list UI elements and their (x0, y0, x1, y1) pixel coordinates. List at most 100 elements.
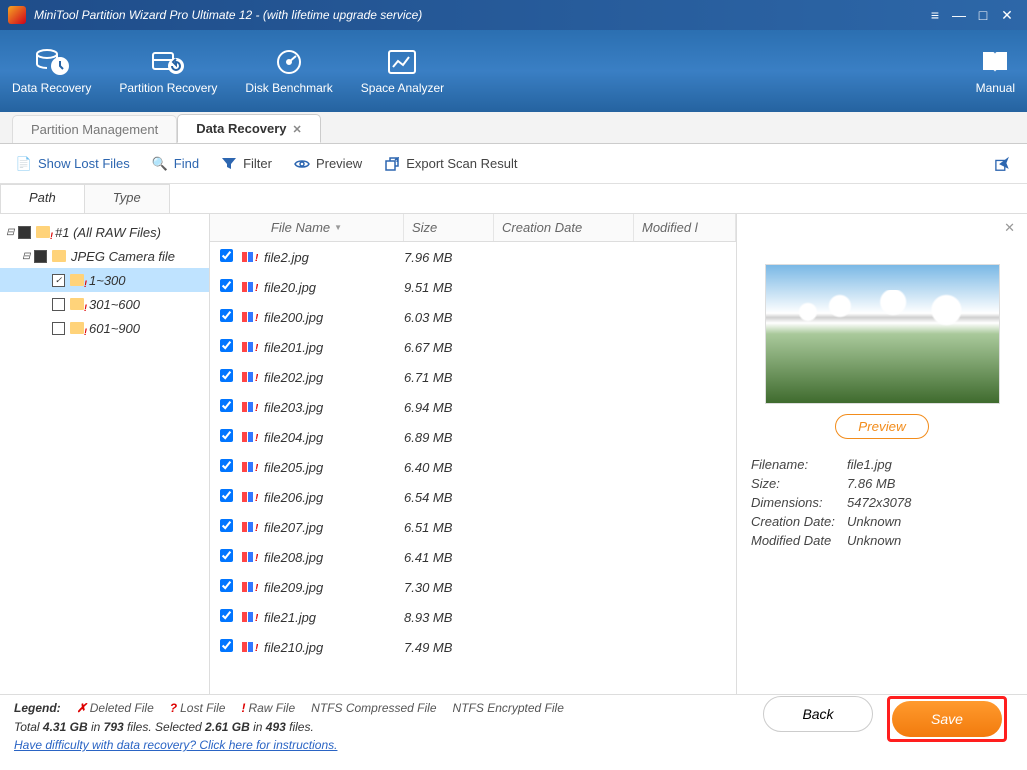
file-checkbox[interactable] (220, 369, 233, 382)
raw-file-icon: ! (242, 250, 264, 264)
file-row[interactable]: !file209.jpg7.30 MB (210, 572, 736, 602)
preview-image-button[interactable]: Preview (835, 414, 928, 439)
col-modified-date[interactable]: Modified l (634, 214, 736, 241)
file-row[interactable]: !file202.jpg6.71 MB (210, 362, 736, 392)
partition-recovery-tool[interactable]: Partition Recovery (119, 47, 217, 95)
help-link[interactable]: Have difficulty with data recovery? Clic… (14, 738, 337, 752)
svg-text:!: ! (255, 433, 258, 444)
main-tabs: Partition Management Data Recovery✕ (0, 112, 1027, 144)
save-button[interactable]: Save (892, 701, 1002, 737)
disk-benchmark-icon (271, 47, 307, 77)
maximize-icon[interactable]: □ (971, 7, 995, 23)
manual-tool[interactable]: Manual (976, 47, 1015, 95)
preview-filename-label: Filename: (751, 457, 847, 472)
file-checkbox[interactable] (220, 489, 233, 502)
footer: Legend: ✗Deleted File ?Lost File !Raw Fi… (0, 694, 1027, 758)
col-filename[interactable]: File Name▼ (210, 214, 404, 241)
file-checkbox[interactable] (220, 579, 233, 592)
file-checkbox[interactable] (220, 549, 233, 562)
file-checkbox[interactable] (220, 249, 233, 262)
file-name: file203.jpg (264, 400, 404, 415)
file-checkbox[interactable] (220, 429, 233, 442)
file-name: file200.jpg (264, 310, 404, 325)
manual-label: Manual (976, 81, 1015, 95)
tab-close-icon[interactable]: ✕ (293, 124, 302, 136)
find-button[interactable]: 🔍Find (152, 156, 199, 172)
file-checkbox[interactable] (220, 459, 233, 472)
preview-thumbnail (765, 264, 1000, 404)
disk-benchmark-tool[interactable]: Disk Benchmark (245, 47, 332, 95)
folder-icon (36, 226, 50, 238)
file-list-header: File Name▼ Size Creation Date Modified l (210, 214, 736, 242)
tree-jpeg-camera[interactable]: ⊟ JPEG Camera file (0, 244, 209, 268)
preview-panel: ✕ Preview Filename:file1.jpg Size:7.86 M… (737, 214, 1027, 694)
close-icon[interactable]: ✕ (995, 7, 1019, 24)
tree-checkbox[interactable] (52, 274, 65, 287)
file-size: 6.67 MB (404, 340, 494, 355)
file-row[interactable]: !file20.jpg9.51 MB (210, 272, 736, 302)
tree-root-all-raw[interactable]: ⊟ #1 (All RAW Files) (0, 220, 209, 244)
file-name: file210.jpg (264, 640, 404, 655)
raw-file-icon: ! (242, 490, 264, 504)
minimize-icon[interactable]: — (947, 7, 971, 23)
file-checkbox[interactable] (220, 609, 233, 622)
file-row[interactable]: !file204.jpg6.89 MB (210, 422, 736, 452)
file-checkbox[interactable] (220, 519, 233, 532)
file-row[interactable]: !file207.jpg6.51 MB (210, 512, 736, 542)
tree-checkbox[interactable] (34, 250, 47, 263)
export-scan-button[interactable]: Export Scan Result (384, 156, 517, 172)
tree-checkbox[interactable] (18, 226, 31, 239)
subtab-path[interactable]: Path (0, 184, 85, 213)
file-checkbox[interactable] (220, 309, 233, 322)
manual-icon (977, 47, 1013, 77)
file-row[interactable]: !file208.jpg6.41 MB (210, 542, 736, 572)
file-checkbox[interactable] (220, 399, 233, 412)
tree-range-301-600[interactable]: 301~600 (0, 292, 209, 316)
file-row[interactable]: !file205.jpg6.40 MB (210, 452, 736, 482)
file-row[interactable]: !file201.jpg6.67 MB (210, 332, 736, 362)
file-size: 6.71 MB (404, 370, 494, 385)
svg-text:!: ! (255, 313, 258, 324)
file-rows: !file2.jpg7.96 MB!file20.jpg9.51 MB!file… (210, 242, 736, 694)
file-checkbox[interactable] (220, 339, 233, 352)
file-row[interactable]: !file2.jpg7.96 MB (210, 242, 736, 272)
collapse-icon[interactable]: ⊟ (22, 251, 32, 262)
tree-checkbox[interactable] (52, 298, 65, 311)
file-row[interactable]: !file203.jpg6.94 MB (210, 392, 736, 422)
back-button[interactable]: Back (763, 696, 873, 732)
file-row[interactable]: !file206.jpg6.54 MB (210, 482, 736, 512)
space-analyzer-tool[interactable]: Space Analyzer (361, 47, 444, 95)
tree-range-1-300[interactable]: 1~300 (0, 268, 209, 292)
preview-button[interactable]: Preview (294, 156, 362, 172)
share-button[interactable] (995, 156, 1011, 172)
tree-checkbox[interactable] (52, 322, 65, 335)
folder-icon (70, 322, 84, 334)
col-size[interactable]: Size (404, 214, 494, 241)
col-creation-date[interactable]: Creation Date (494, 214, 634, 241)
file-row[interactable]: !file210.jpg7.49 MB (210, 632, 736, 662)
data-recovery-tool[interactable]: Data Recovery (12, 47, 91, 95)
file-checkbox[interactable] (220, 279, 233, 292)
raw-file-icon: ! (242, 610, 264, 624)
file-checkbox[interactable] (220, 639, 233, 652)
preview-close-icon[interactable]: ✕ (1004, 220, 1015, 236)
find-icon: 🔍 (152, 156, 168, 172)
ribbon: Data Recovery Partition Recovery Disk Be… (0, 30, 1027, 112)
show-lost-files-icon: 📄 (16, 156, 32, 172)
preview-size-value: 7.86 MB (847, 476, 895, 491)
collapse-icon[interactable]: ⊟ (6, 227, 16, 238)
tab-data-recovery[interactable]: Data Recovery✕ (177, 114, 321, 143)
preview-info: Filename:file1.jpg Size:7.86 MB Dimensio… (751, 457, 1013, 548)
raw-file-icon: ! (242, 580, 264, 594)
filter-button[interactable]: Filter (221, 156, 272, 172)
subtab-type[interactable]: Type (84, 184, 170, 213)
menu-icon[interactable]: ≡ (923, 7, 947, 23)
tree-range-601-900[interactable]: 601~900 (0, 316, 209, 340)
file-row[interactable]: !file200.jpg6.03 MB (210, 302, 736, 332)
file-size: 6.51 MB (404, 520, 494, 535)
file-row[interactable]: !file21.jpg8.93 MB (210, 602, 736, 632)
svg-text:!: ! (255, 463, 258, 474)
sort-desc-icon: ▼ (334, 223, 342, 232)
tab-partition-management[interactable]: Partition Management (12, 115, 177, 143)
show-lost-files-button[interactable]: 📄Show Lost Files (16, 156, 130, 172)
